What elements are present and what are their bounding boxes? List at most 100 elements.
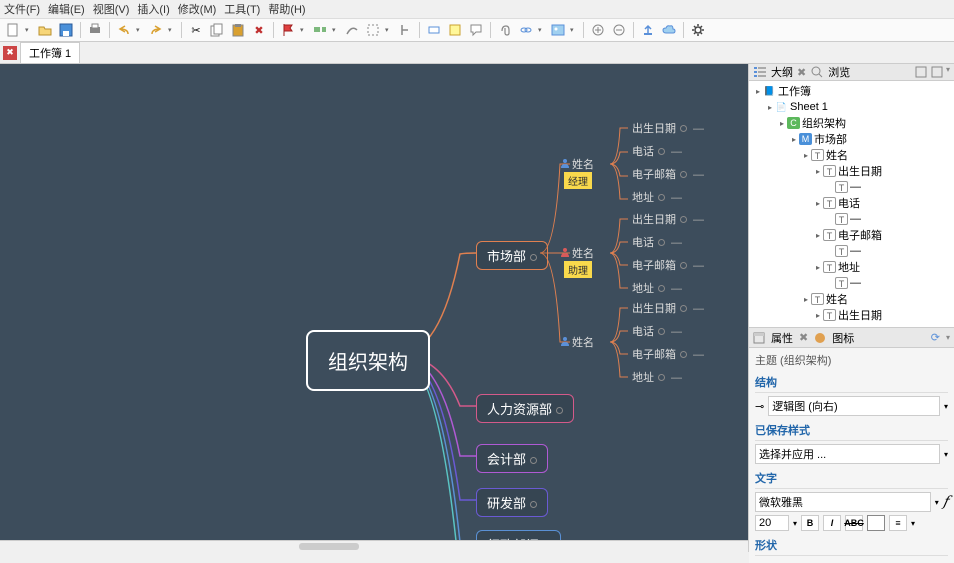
field-leaf[interactable]: 电子邮箱— xyxy=(628,256,708,274)
print-icon[interactable] xyxy=(86,21,104,39)
panel-btn-icon[interactable] xyxy=(930,65,944,79)
root-node[interactable]: 组织架构 xyxy=(306,330,430,391)
tree-row[interactable]: T— xyxy=(751,211,952,227)
dropdown-icon[interactable]: ▾ xyxy=(136,26,144,34)
tree-row[interactable]: T— xyxy=(751,275,952,291)
outline-tab[interactable]: 大纲 xyxy=(771,64,793,80)
drillup-icon[interactable] xyxy=(610,21,628,39)
dropdown-icon[interactable]: ▾ xyxy=(25,26,33,34)
field-leaf[interactable]: 电话— xyxy=(628,142,686,160)
align-button[interactable]: ≡ xyxy=(889,515,907,531)
field-leaf[interactable]: 电子邮箱— xyxy=(628,165,708,183)
tree-row[interactable]: ▸T姓名 xyxy=(751,147,952,163)
font-size-input[interactable]: 20 xyxy=(755,515,789,531)
tree-row[interactable]: ▸T电子邮箱 xyxy=(751,227,952,243)
dropdown-icon[interactable]: ▾ xyxy=(570,26,578,34)
drilldown-icon[interactable] xyxy=(589,21,607,39)
menu-file[interactable]: 文件(F) xyxy=(4,1,40,17)
dept-accounting[interactable]: 会计部 xyxy=(476,444,548,473)
field-leaf[interactable]: 地址— xyxy=(628,188,686,206)
panel-btn-icon[interactable] xyxy=(914,65,928,79)
close-tab-icon[interactable]: ✖ xyxy=(3,46,17,60)
relation-icon[interactable] xyxy=(343,21,361,39)
dropdown-icon[interactable]: ▾ xyxy=(385,26,393,34)
bold-button[interactable]: B xyxy=(801,515,819,531)
tree-row[interactable]: T— xyxy=(751,179,952,195)
menu-modify[interactable]: 修改(M) xyxy=(178,1,217,17)
struct-select[interactable]: 逻辑图 (向右) xyxy=(768,396,940,416)
tree-row[interactable]: ▸T出生日期 xyxy=(751,307,952,323)
label-icon[interactable] xyxy=(425,21,443,39)
dept-market[interactable]: 市场部 xyxy=(476,241,548,270)
cut-icon[interactable]: ✂ xyxy=(187,21,205,39)
tree-row[interactable]: ▸T姓名 xyxy=(751,291,952,307)
tree-row[interactable]: ▸T出生日期 xyxy=(751,163,952,179)
flag-icon[interactable] xyxy=(279,21,297,39)
redo-icon[interactable] xyxy=(147,21,165,39)
font-select[interactable]: 微软雅黑 xyxy=(755,492,931,512)
font-style-italic-icon[interactable]: 𝑓 xyxy=(943,494,948,511)
share-icon[interactable] xyxy=(639,21,657,39)
field-leaf[interactable]: 电话— xyxy=(628,322,686,340)
summary-icon[interactable] xyxy=(396,21,414,39)
strike-button[interactable]: ABC xyxy=(845,515,863,531)
properties-panel: 属性 ✖ 图标 ⟳ ▾ 主题 (组织架构) 结构 ⊸ 逻辑图 (向右) ▾ 已保… xyxy=(749,327,954,563)
menu-help[interactable]: 帮助(H) xyxy=(268,1,305,17)
color-button[interactable] xyxy=(867,515,885,531)
menu-insert[interactable]: 插入(I) xyxy=(137,1,169,17)
new-icon[interactable] xyxy=(4,21,22,39)
dropdown-icon[interactable]: ▾ xyxy=(300,26,308,34)
dept-admin[interactable]: 行政部门 xyxy=(476,530,561,540)
field-leaf[interactable]: 出生日期— xyxy=(628,210,708,228)
dropdown-icon[interactable]: ▾ xyxy=(538,26,546,34)
tree-row[interactable]: ▸C组织架构 xyxy=(751,115,952,131)
menu-view[interactable]: 视图(V) xyxy=(93,1,130,17)
field-leaf[interactable]: 出生日期— xyxy=(628,299,708,317)
node-add-icon[interactable] xyxy=(311,21,329,39)
style-select[interactable]: 选择并应用 ... xyxy=(755,444,940,464)
icons-tab[interactable]: 图标 xyxy=(832,330,854,346)
open-icon[interactable] xyxy=(36,21,54,39)
delete-icon[interactable]: ✖ xyxy=(250,21,268,39)
dropdown-icon[interactable]: ▾ xyxy=(332,26,340,34)
field-leaf[interactable]: 地址— xyxy=(628,368,686,386)
name-node[interactable]: 姓名 xyxy=(556,155,598,173)
tree-row[interactable]: ▸📘工作簿 xyxy=(751,83,952,99)
horizontal-scrollbar[interactable] xyxy=(0,540,748,552)
dropdown-icon[interactable]: ▾ xyxy=(168,26,176,34)
name-node[interactable]: 姓名 xyxy=(556,333,598,351)
workbook-tab[interactable]: 工作簿 1 xyxy=(20,42,80,63)
link-icon[interactable] xyxy=(517,21,535,39)
field-leaf[interactable]: 出生日期— xyxy=(628,119,708,137)
note-icon[interactable] xyxy=(446,21,464,39)
boundary-icon[interactable] xyxy=(364,21,382,39)
dept-hr[interactable]: 人力资源部 xyxy=(476,394,574,423)
browse-tab[interactable]: 浏览 xyxy=(828,64,850,80)
comment-icon[interactable] xyxy=(467,21,485,39)
save-icon[interactable] xyxy=(57,21,75,39)
attach-icon[interactable] xyxy=(496,21,514,39)
menu-tools[interactable]: 工具(T) xyxy=(224,1,260,17)
tree-row[interactable]: T— xyxy=(751,243,952,259)
dept-rd[interactable]: 研发部 xyxy=(476,488,548,517)
outline-tree[interactable]: ▸📘工作簿 ▸📄Sheet 1 ▸C组织架构 ▸M市场部 ▸T姓名 ▸T出生日期… xyxy=(749,81,954,327)
field-leaf[interactable]: 电话— xyxy=(628,233,686,251)
copy-icon[interactable] xyxy=(208,21,226,39)
tree-row[interactable]: ▸M市场部 xyxy=(751,131,952,147)
image-icon[interactable] xyxy=(549,21,567,39)
mindmap-canvas[interactable]: 组织架构 市场部 人力资源部 会计部 研发部 行政部门 销售部 姓名 经理 姓名… xyxy=(0,64,748,540)
undo-icon[interactable] xyxy=(115,21,133,39)
cloud-icon[interactable] xyxy=(660,21,678,39)
field-leaf[interactable]: 电子邮箱— xyxy=(628,345,708,363)
paste-icon[interactable] xyxy=(229,21,247,39)
gear-icon[interactable] xyxy=(689,21,707,39)
canvas-area: 组织架构 市场部 人力资源部 会计部 研发部 行政部门 销售部 姓名 经理 姓名… xyxy=(0,64,748,552)
tree-row[interactable]: ▸T地址 xyxy=(751,259,952,275)
name-node[interactable]: 姓名 xyxy=(556,244,598,262)
menu-edit[interactable]: 编辑(E) xyxy=(48,1,85,17)
tree-row[interactable]: ▸T电话 xyxy=(751,195,952,211)
italic-button[interactable]: I xyxy=(823,515,841,531)
field-leaf[interactable]: 地址— xyxy=(628,279,686,297)
props-tab[interactable]: 属性 xyxy=(771,330,793,346)
tree-row[interactable]: ▸📄Sheet 1 xyxy=(751,99,952,115)
